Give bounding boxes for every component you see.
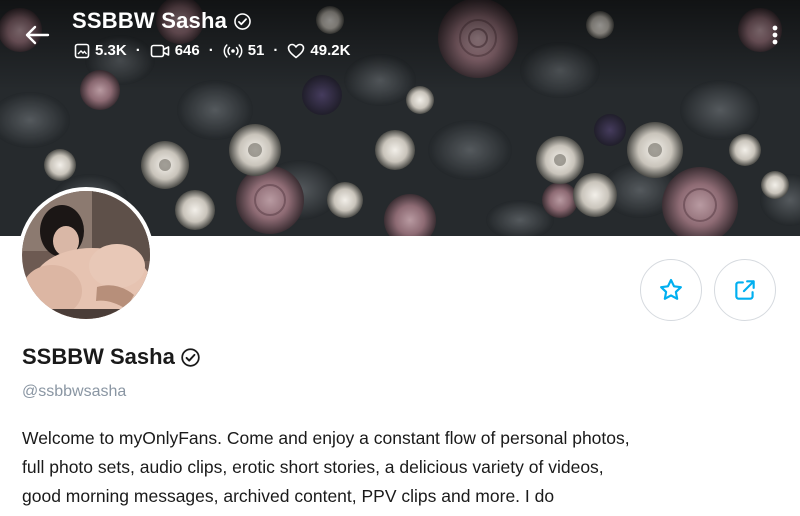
add-to-favorites-button[interactable] xyxy=(640,259,702,321)
header-name: SSBBW Sasha xyxy=(72,8,228,33)
arrow-left-icon xyxy=(25,25,50,45)
bio-line: full photo sets, audio clips, erotic sho… xyxy=(22,457,604,477)
profile-stats: 5.3K · 646 · 51 · 49.2K xyxy=(74,42,350,59)
stat-likes-count: 49.2K xyxy=(310,42,351,59)
stat-streams[interactable]: 51 xyxy=(223,42,265,59)
stat-photos[interactable]: 5.3K xyxy=(74,42,127,59)
bio-line: good morning messages, archived content,… xyxy=(22,486,555,506)
stat-separator: · xyxy=(208,42,214,59)
more-vertical-icon xyxy=(772,25,778,45)
more-options-button[interactable] xyxy=(768,20,782,50)
heart-icon xyxy=(288,43,305,58)
share-icon xyxy=(735,280,755,300)
avatar-image xyxy=(22,191,150,319)
video-icon xyxy=(150,44,169,57)
stat-separator: · xyxy=(273,42,279,59)
verified-badge-icon xyxy=(181,347,200,367)
image-icon xyxy=(74,43,90,58)
stat-videos-count: 646 xyxy=(174,42,200,59)
stat-videos[interactable]: 646 xyxy=(150,42,200,59)
back-button[interactable] xyxy=(22,20,52,50)
star-icon xyxy=(660,278,682,300)
stat-likes[interactable]: 49.2K xyxy=(287,42,350,59)
profile-bio: Welcome to myOnlyFans. Come and enjoy a … xyxy=(22,424,782,511)
avatar[interactable] xyxy=(22,191,150,319)
profile-name-text: SSBBW Sasha xyxy=(22,344,175,369)
stat-separator: · xyxy=(135,42,141,59)
verified-badge-icon xyxy=(234,12,251,30)
broadcast-icon xyxy=(223,43,243,58)
stat-photos-count: 5.3K xyxy=(95,42,127,59)
share-button[interactable] xyxy=(714,259,776,321)
stat-streams-count: 51 xyxy=(247,42,265,59)
bio-line: Welcome to myOnlyFans. Come and enjoy a … xyxy=(22,428,630,448)
profile-handle[interactable]: @ssbbwsasha xyxy=(22,383,126,401)
profile-name: SSBBW Sasha xyxy=(22,344,201,370)
header-title: SSBBW Sasha xyxy=(72,8,252,34)
